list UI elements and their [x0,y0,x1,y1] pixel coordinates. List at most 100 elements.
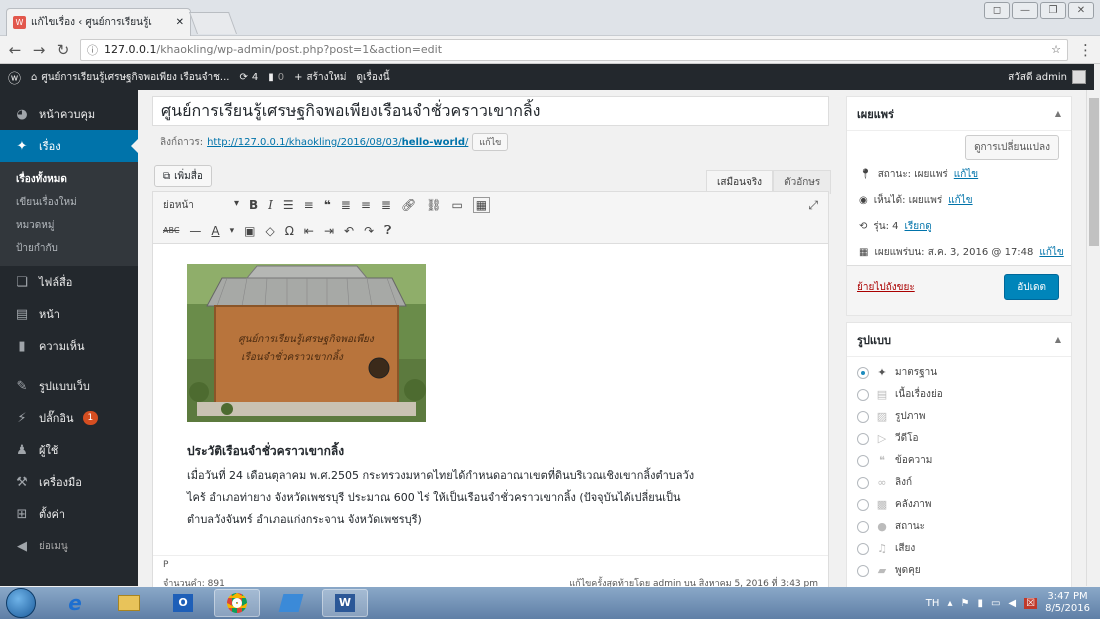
italic-icon[interactable]: I [268,198,273,212]
horizontal-line-icon[interactable]: — [189,224,201,238]
editor-content[interactable]: ศูนย์การเรียนรู้เศรษฐกิจพอเพียง เรือนจำช… [153,245,828,555]
align-right-icon[interactable]: ≣ [381,198,391,212]
preview-changes-button[interactable]: ดูการเปลี่ยนแปลง [965,135,1059,160]
volume-icon[interactable]: ◀ [1008,598,1016,609]
browse-revisions-link[interactable]: เรียกดู [905,219,932,234]
post-photo[interactable]: ศูนย์การเรียนรู้เศรษฐกิจพอเพียง เรือนจำช… [187,264,426,422]
user-icon[interactable]: ◻ [984,2,1010,19]
format-option-standard[interactable]: ✦ มาตรฐาน [857,365,937,380]
address-bar[interactable]: ⓘ 127.0.0.1/khaokling/wp-admin/post.php?… [80,38,1068,61]
format-option-status[interactable]: ● สถานะ [857,519,925,534]
close-window-icon[interactable]: ✕ [1068,2,1094,19]
align-left-icon[interactable]: ≣ [341,198,351,212]
sidebar-item-appearance[interactable]: ✎ รูปแบบเว็บ [0,370,138,402]
outdent-icon[interactable]: ⇤ [304,224,314,238]
my-account-link[interactable]: สวัสดี admin [1008,70,1086,85]
info-icon[interactable]: ⓘ [87,42,98,58]
browser-menu-icon[interactable]: ⋮ [1078,41,1093,59]
reload-icon[interactable]: ↻ [56,41,70,59]
radio-aside[interactable] [857,388,869,401]
undo-icon[interactable]: ↶ [344,224,354,238]
element-path[interactable]: P [163,560,818,570]
chrome-taskbar-icon[interactable] [214,589,260,617]
bookmark-star-icon[interactable]: ☆ [1051,43,1061,56]
site-name-link[interactable]: ⌂ ศูนย์การเรียนรู้เศรษฐกิจพอเพียง เรือนจำ… [31,70,229,85]
new-tab-button[interactable] [188,12,238,34]
radio-status[interactable] [857,520,869,533]
submenu-add-new[interactable]: เขียนเรื่องใหม่ [0,191,138,214]
move-to-trash-link[interactable]: ย้ายไปถังขยะ [857,280,915,295]
format-box-header[interactable]: รูปแบบ ▲ [847,323,1071,357]
explorer-taskbar-icon[interactable] [106,589,152,617]
updates-link[interactable]: ⟳ 4 [239,72,258,83]
collapse-arrow-icon[interactable]: ▲ [1055,109,1061,118]
numbered-list-icon[interactable]: ≡ [304,198,314,212]
back-icon[interactable]: ← [8,41,22,59]
format-option-image[interactable]: ▨ รูปภาพ [857,409,926,424]
text-color-icon[interactable]: A [211,224,219,238]
format-option-quote[interactable]: ❝ ข้อความ [857,453,932,468]
start-button[interactable] [6,588,36,618]
word-taskbar-icon[interactable]: W [322,589,368,617]
close-tab-icon[interactable]: ✕ [176,17,184,28]
radio-quote[interactable] [857,454,869,467]
show-hidden-icons-icon[interactable]: ▴ [947,598,952,609]
format-option-link[interactable]: ∞ ลิงก์ [857,475,912,490]
scroll-up-arrow[interactable] [1094,64,1100,90]
submenu-all-posts[interactable]: เรื่องทั้งหมด [0,168,138,191]
edit-status-link[interactable]: แก้ไข [954,167,978,182]
submenu-categories[interactable]: หมวดหมู่ [0,214,138,237]
clock[interactable]: 3:47 PM 8/5/2016 [1045,591,1090,615]
network-icon[interactable]: ▮ [977,598,983,609]
unlink-icon[interactable]: ⛓ [426,198,441,212]
radio-audio[interactable] [857,542,869,555]
sidebar-item-users[interactable]: ♟ ผู้ใช้ [0,434,138,466]
forward-icon[interactable]: → [32,41,46,59]
paste-text-icon[interactable]: ▣ [244,224,255,238]
radio-image[interactable] [857,410,869,423]
antivirus-icon[interactable]: ☒ [1024,597,1038,609]
sidebar-item-media[interactable]: ❏ ไฟล์สื่อ [0,266,138,298]
blockquote-icon[interactable]: ❝ [324,198,331,212]
edit-permalink-button[interactable]: แก้ไข [472,133,509,151]
comments-link[interactable]: ▮ 0 [268,72,284,83]
bold-icon[interactable]: B [249,198,258,212]
format-option-gallery[interactable]: ▩ คลังภาพ [857,497,932,512]
page-scrollbar[interactable] [1086,90,1100,586]
sidebar-collapse[interactable]: ◀ ย่อเมนู [0,530,138,562]
vscode-taskbar-icon[interactable] [268,589,314,617]
radio-standard[interactable] [857,366,869,379]
read-more-icon[interactable]: ▭ [451,198,462,212]
special-character-icon[interactable]: Ω [285,224,294,238]
radio-video[interactable] [857,432,869,445]
format-select[interactable]: ย่อหน้า ▾ [163,198,239,213]
sidebar-item-posts[interactable]: ✦ เรื่อง [0,130,138,162]
sidebar-item-comments[interactable]: ▮ ความเห็น [0,330,138,362]
format-option-audio[interactable]: ♫ เสียง [857,541,915,556]
sidebar-item-plugins[interactable]: ⚡ ปลั๊กอิน 1 [0,402,138,434]
format-option-chat[interactable]: ▰ พูดคุย [857,563,921,578]
edit-date-link[interactable]: แก้ไข [1039,245,1063,260]
radio-gallery[interactable] [857,498,869,511]
post-title-input[interactable]: ศูนย์การเรียนรู้เศรษฐกิจพอเพียงเรือนจำชั… [152,96,829,126]
dropdown-arrow-icon[interactable]: ▾ [230,226,235,236]
ie-taskbar-icon[interactable]: e [52,589,98,617]
update-button[interactable]: อัปเดต [1004,274,1059,300]
sidebar-item-pages[interactable]: ▤ หน้า [0,298,138,330]
wp-logo-icon[interactable]: ⓦ [8,68,21,87]
sidebar-item-settings[interactable]: ⊞ ตั้งค่า [0,498,138,530]
language-indicator[interactable]: TH [926,598,940,609]
permalink-link[interactable]: http://127.0.0.1/khaokling/2016/08/03/he… [207,137,468,148]
clear-formatting-icon[interactable]: ◇ [266,224,275,238]
minimize-icon[interactable]: — [1012,2,1038,19]
edit-visibility-link[interactable]: แก้ไข [948,193,972,208]
align-center-icon[interactable]: ≡ [361,198,371,212]
format-option-video[interactable]: ▷ วีดีโอ [857,431,919,446]
sidebar-item-dashboard[interactable]: ◕ หน้าควบคุม [0,98,138,130]
submenu-tags[interactable]: ป้ายกำกับ [0,237,138,260]
monitor-icon[interactable]: ▭ [991,598,1000,609]
radio-link[interactable] [857,476,869,489]
browser-tab[interactable]: W แก้ไขเรื่อง ‹ ศูนย์การเรียนรู้เ ✕ [6,8,191,36]
radio-chat[interactable] [857,564,869,577]
bullet-list-icon[interactable]: ☰ [283,198,294,212]
